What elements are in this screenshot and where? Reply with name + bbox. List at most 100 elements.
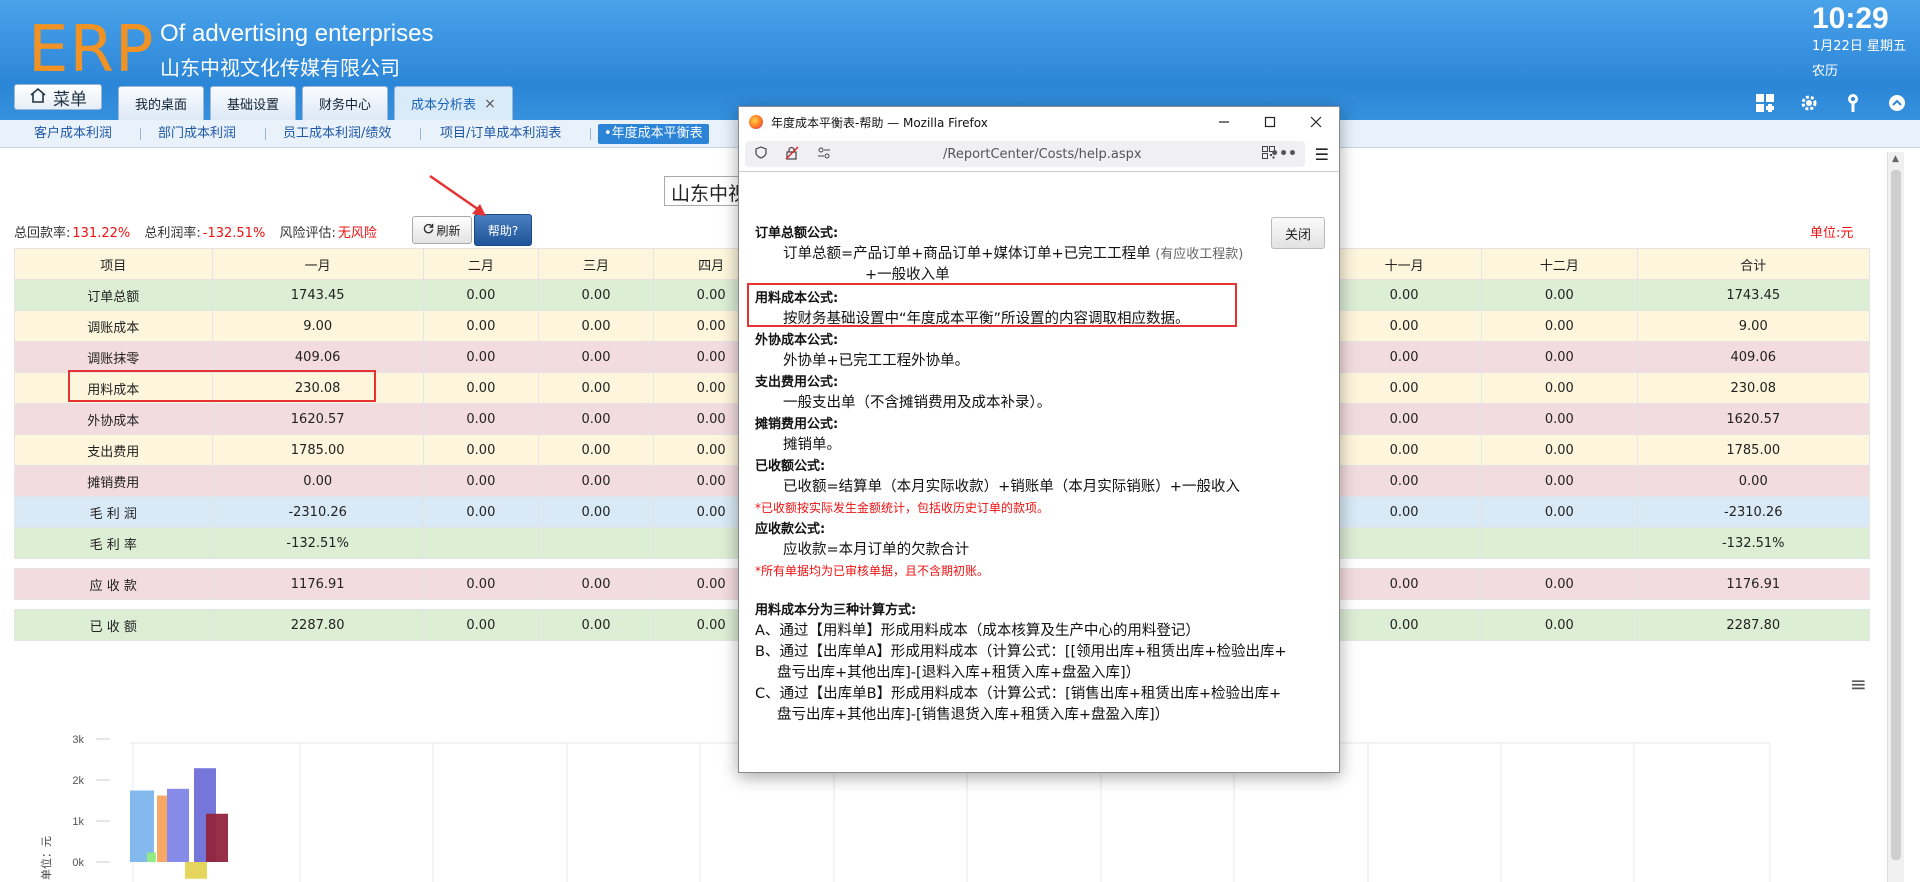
desktop-grid-icon[interactable] bbox=[1752, 90, 1778, 116]
cell-jan: -2310.26 bbox=[211, 496, 424, 528]
risk-value: 无风险 bbox=[337, 226, 377, 241]
cell-jan: 1620.57 bbox=[211, 403, 424, 435]
tab-close-icon[interactable]: × bbox=[484, 96, 496, 112]
cell-nov: 0.00 bbox=[1325, 609, 1483, 641]
expense-formula: 一般支出单（不含摊销费用及成本补录）。 bbox=[783, 395, 1052, 411]
cell-nov: 0.00 bbox=[1325, 341, 1483, 373]
refresh-icon bbox=[423, 223, 434, 237]
main-menu-label: 菜单 bbox=[53, 89, 87, 110]
more-options-icon[interactable]: ••• bbox=[1270, 146, 1297, 162]
cell-total: 1785.00 bbox=[1636, 434, 1870, 466]
risk-label: 风险评估: bbox=[279, 226, 336, 241]
close-window-icon[interactable] bbox=[1293, 107, 1339, 137]
url-bar[interactable]: /ReportCenter/Costs/help.aspx ••• bbox=[745, 141, 1305, 167]
tab-cost-analysis[interactable]: 成本分析表 × bbox=[394, 86, 513, 120]
maximize-icon[interactable] bbox=[1247, 107, 1293, 137]
subnav-divider bbox=[265, 128, 266, 140]
popup-title: 年度成本平衡表-帮助 — Mozilla Firefox bbox=[771, 115, 988, 130]
formula-note: (有应收工程款) bbox=[1155, 247, 1244, 262]
gear-icon[interactable] bbox=[1796, 90, 1822, 116]
chart-bar bbox=[157, 795, 167, 862]
tab-basic-settings[interactable]: 基础设置 bbox=[210, 86, 297, 120]
summary-bar: 总回款率: 131.22% 总利润率: -132.51% 风险评估: 无风险 bbox=[14, 222, 387, 241]
y-axis-label: 单位：元 bbox=[39, 836, 53, 880]
cell-mar bbox=[537, 527, 655, 559]
page-scrollbar[interactable]: ▲ bbox=[1887, 152, 1904, 882]
row-label: 摊销费用 bbox=[14, 465, 213, 497]
cell-nov: 0.00 bbox=[1325, 568, 1483, 600]
window-controls bbox=[1201, 107, 1339, 137]
cell-feb: 0.00 bbox=[422, 279, 539, 311]
cell-jan: 230.08 bbox=[211, 372, 424, 404]
cell-nov: 0.00 bbox=[1325, 279, 1483, 311]
hamburger-menu-icon[interactable]: ☰ bbox=[1315, 145, 1329, 164]
chart-menu-icon[interactable]: ≡ bbox=[1850, 672, 1867, 696]
insecure-lock-icon[interactable] bbox=[785, 146, 799, 163]
lunar-calendar-link[interactable]: 农历 bbox=[1812, 60, 1838, 79]
methods-heading: 用料成本分为三种计算方式: bbox=[755, 603, 917, 618]
material-cost-heading: 用料成本公式: bbox=[755, 291, 839, 306]
cell-dec: 0.00 bbox=[1481, 372, 1638, 404]
tab-my-desktop[interactable]: 我的桌面 bbox=[118, 86, 205, 120]
header-feb: 二月 bbox=[422, 248, 539, 280]
tab-label: 基础设置 bbox=[227, 98, 280, 113]
y-tick-label: 2k bbox=[72, 775, 84, 787]
scroll-up-icon[interactable]: ▲ bbox=[1892, 154, 1899, 164]
cell-total: 1743.45 bbox=[1636, 279, 1870, 311]
cell-nov: 0.00 bbox=[1325, 310, 1483, 342]
help-button[interactable]: 帮助? bbox=[474, 214, 532, 246]
cell-jan: -132.51% bbox=[211, 527, 424, 559]
tab-finance-center[interactable]: 财务中心 bbox=[302, 86, 389, 120]
subnav-annual-cost-balance[interactable]: •年度成本平衡表 bbox=[598, 124, 709, 144]
company-name-en: Of advertising enterprises bbox=[160, 20, 434, 47]
cell-dec: 0.00 bbox=[1481, 310, 1638, 342]
report-title-box: 山东中视 bbox=[664, 176, 744, 206]
row-label: 调账成本 bbox=[14, 310, 213, 342]
cell-mar: 0.00 bbox=[537, 568, 655, 600]
cell-total: -132.51% bbox=[1636, 527, 1870, 559]
annotation-arrow-icon bbox=[429, 174, 486, 216]
subnav-customer-cost-profit[interactable]: 客户成本利润 bbox=[28, 124, 118, 144]
header-toolbar bbox=[1752, 90, 1910, 116]
cell-jan: 1176.91 bbox=[211, 568, 424, 600]
key-icon[interactable] bbox=[1840, 90, 1866, 116]
refresh-button[interactable]: 刷新 bbox=[412, 216, 472, 244]
tab-label: 我的桌面 bbox=[135, 98, 188, 113]
shield-icon[interactable] bbox=[755, 146, 767, 162]
cell-jan: 1743.45 bbox=[211, 279, 424, 311]
unit-label: 单位:元 bbox=[1810, 226, 1854, 241]
subnav-employee-cost-profit[interactable]: 员工成本利润/绩效 bbox=[277, 124, 397, 144]
expense-heading: 支出费用公式: bbox=[755, 375, 839, 390]
cell-total: 1176.91 bbox=[1636, 568, 1870, 600]
help-content: 订单总额公式: 订单总额=产品订单+商品订单+媒体订单+已完工工程单 (有应收工… bbox=[755, 223, 1325, 726]
cell-feb: 0.00 bbox=[422, 496, 539, 528]
row-label: 毛 利 率 bbox=[14, 527, 213, 559]
cell-mar: 0.00 bbox=[537, 341, 655, 373]
collapse-up-icon[interactable] bbox=[1884, 90, 1910, 116]
method-b-line1: B、通过【出库单A】形成用料成本（计算公式：[[领用出库+租赁出库+检验出库+ bbox=[755, 644, 1287, 660]
minimize-icon[interactable] bbox=[1201, 107, 1247, 137]
received-heading: 已收额公式: bbox=[755, 459, 826, 474]
chart-bar bbox=[147, 852, 156, 862]
popup-titlebar[interactable]: 年度成本平衡表-帮助 — Mozilla Firefox bbox=[739, 107, 1339, 137]
cell-total: 409.06 bbox=[1636, 341, 1870, 373]
main-menu-button[interactable]: 菜单 bbox=[14, 84, 102, 110]
scrollbar-thumb[interactable] bbox=[1891, 170, 1901, 860]
cell-nov: 0.00 bbox=[1325, 496, 1483, 528]
permissions-icon[interactable] bbox=[817, 147, 831, 162]
subnav-department-cost-profit[interactable]: 部门成本利润 bbox=[152, 124, 242, 144]
cell-nov: 0.00 bbox=[1325, 434, 1483, 466]
subnav-divider bbox=[590, 128, 591, 140]
outsource-cost-heading: 外协成本公式: bbox=[755, 333, 839, 348]
order-total-heading: 订单总额公式: bbox=[755, 226, 839, 241]
firefox-icon bbox=[749, 115, 763, 129]
cell-total: 1620.57 bbox=[1636, 403, 1870, 435]
received-note: *已收额按实际发生金额统计，包括收历史订单的款项。 bbox=[755, 501, 1050, 515]
receivable-formula: 应收款=本月订单的欠款合计 bbox=[783, 542, 970, 558]
outsource-cost-formula: 外协单+已完工工程外协单。 bbox=[783, 353, 970, 369]
subnav-project-order-cost-profit[interactable]: 项目/订单成本利润表 bbox=[434, 124, 567, 144]
subnav-divider bbox=[420, 128, 421, 140]
collection-rate-value: 131.22% bbox=[72, 226, 131, 241]
method-c-line1: C、通过【出库单B】形成用料成本（计算公式：[销售出库+租赁出库+检验出库+ bbox=[755, 686, 1282, 702]
